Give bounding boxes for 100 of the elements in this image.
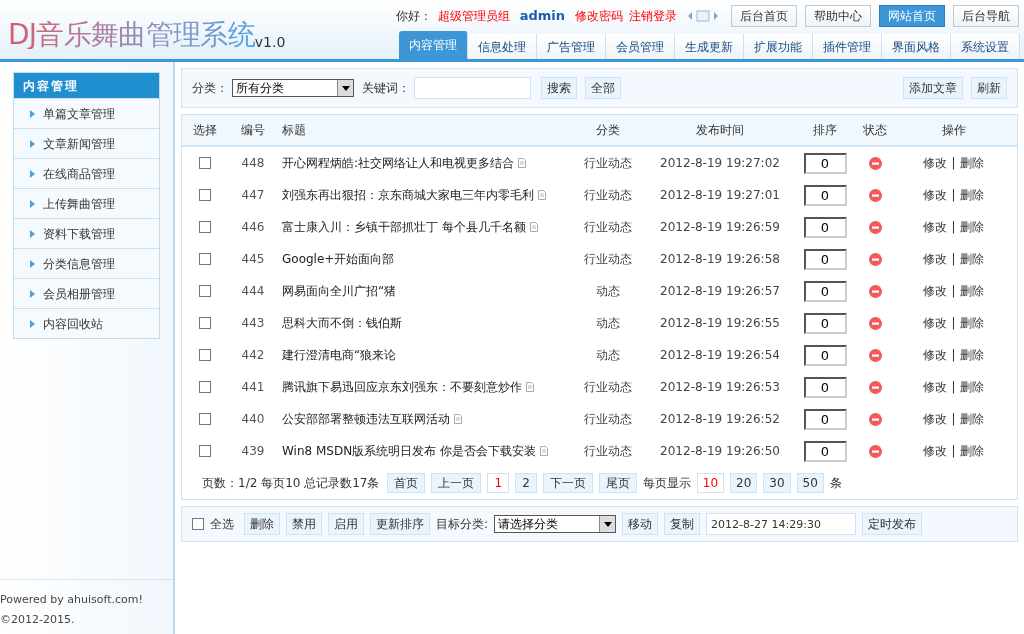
order-field[interactable]: 0 xyxy=(803,216,847,238)
row-action-link[interactable]: 修改 xyxy=(923,442,948,460)
checkbox[interactable] xyxy=(192,518,204,530)
action-button[interactable]: 定时发布 xyxy=(862,513,923,535)
order-field[interactable]: 0 xyxy=(803,184,847,206)
sidebar-item[interactable]: 上传舞曲管理 xyxy=(14,188,159,218)
article-title[interactable]: 富士康入川：乡镇干部抓壮丁 每个县几千名额 xyxy=(282,218,526,236)
nav-tab[interactable]: 生成更新 xyxy=(675,34,744,59)
action-button[interactable]: 更新排序 xyxy=(370,513,430,535)
sidebar-item[interactable]: 内容回收站 xyxy=(14,308,159,338)
nav-tab[interactable]: 扩展功能 xyxy=(744,34,813,59)
pager-button[interactable]: 上一页 xyxy=(431,473,482,493)
row-action-link[interactable]: 删除 xyxy=(959,218,984,236)
action-button[interactable]: 全部 xyxy=(585,77,621,99)
sidebar-item[interactable]: 单篇文章管理 xyxy=(14,98,159,128)
nav-tab[interactable]: 广告管理 xyxy=(537,34,606,59)
row-action-link[interactable]: 删除 xyxy=(959,186,984,204)
checkbox[interactable] xyxy=(199,317,211,329)
user-link[interactable]: 注销登录 xyxy=(629,6,677,25)
article-title[interactable]: Google+开始面向部 xyxy=(282,250,395,268)
article-title[interactable]: Win8 MSDN版系统明日发布 你是否会下载安装 xyxy=(282,442,536,460)
nav-tab[interactable]: 插件管理 xyxy=(813,34,882,59)
action-button[interactable]: 复制 xyxy=(664,513,701,535)
order-field[interactable]: 0 xyxy=(803,344,847,366)
pager-button[interactable]: 首页 xyxy=(387,473,426,493)
checkbox[interactable] xyxy=(199,157,211,169)
row-action-link[interactable]: 修改 xyxy=(923,314,948,332)
action-button[interactable]: 搜索 xyxy=(541,77,577,99)
row-action-link[interactable]: 修改 xyxy=(923,346,948,364)
action-button[interactable]: 启用 xyxy=(328,513,364,535)
action-button[interactable]: 添加文章 xyxy=(903,77,963,99)
page-size-button[interactable]: 30 xyxy=(763,473,791,493)
order-field[interactable]: 0 xyxy=(803,280,847,302)
checkbox[interactable] xyxy=(199,189,211,201)
article-title[interactable]: 公安部部署整顿违法互联网活动 xyxy=(282,410,450,428)
order-field[interactable]: 0 xyxy=(803,408,847,430)
sidebar-item[interactable]: 文章新闻管理 xyxy=(14,128,159,158)
article-title[interactable]: 思科大而不倒：钱伯斯 xyxy=(282,314,402,332)
article-title[interactable]: 网易面向全川广招“猪 xyxy=(282,282,397,300)
row-action-link[interactable]: 修改 xyxy=(923,186,948,204)
checkbox[interactable] xyxy=(199,253,211,265)
row-action-link[interactable]: 删除 xyxy=(959,154,984,172)
sidebar-item[interactable]: 会员相册管理 xyxy=(14,278,159,308)
nav-tab[interactable]: 界面风格 xyxy=(882,34,951,59)
row-action-link[interactable]: 修改 xyxy=(923,410,948,428)
action-button[interactable]: 刷新 xyxy=(971,77,1007,99)
page-size-button[interactable]: 50 xyxy=(796,473,824,493)
sidebar-item[interactable]: 资料下载管理 xyxy=(14,218,159,248)
top-nav-button[interactable]: 帮助中心 xyxy=(805,4,871,27)
nav-tab[interactable]: 会员管理 xyxy=(606,34,675,59)
row-action-link[interactable]: 删除 xyxy=(959,442,984,460)
sidebar-item[interactable]: 分类信息管理 xyxy=(14,248,159,278)
triangle-icon xyxy=(30,139,35,148)
top-nav-button[interactable]: 后台首页 xyxy=(731,4,797,27)
triangle-icon xyxy=(30,289,35,298)
checkbox[interactable] xyxy=(199,413,211,425)
nav-tab[interactable]: 信息处理 xyxy=(468,34,537,59)
action-button[interactable]: 删除 xyxy=(244,513,280,535)
category-select[interactable]: 所有分类 xyxy=(232,79,354,97)
row-action-link[interactable]: 修改 xyxy=(923,218,948,236)
checkbox[interactable] xyxy=(199,445,211,457)
top-nav-button[interactable]: 后台导航 xyxy=(953,4,1019,27)
page-size-button[interactable]: 20 xyxy=(730,473,758,493)
row-action-link[interactable]: 删除 xyxy=(959,346,984,364)
row-action-link[interactable]: 删除 xyxy=(959,314,984,332)
article-title[interactable]: 开心网程炳皓:社交网络让人和电视更多结合 xyxy=(282,154,515,172)
datetime-field[interactable]: 2012-8-27 14:29:30 xyxy=(706,513,857,535)
checkbox[interactable] xyxy=(199,381,211,393)
pager-button[interactable]: 2 xyxy=(515,473,537,493)
row-action-link[interactable]: 删除 xyxy=(959,250,984,268)
order-field[interactable]: 0 xyxy=(803,248,847,270)
pager-button[interactable]: 下一页 xyxy=(542,473,593,493)
scroll-arrows-icon[interactable] xyxy=(687,9,719,22)
checkbox[interactable] xyxy=(199,285,211,297)
row-action-link[interactable]: 删除 xyxy=(959,410,984,428)
page-size-button[interactable]: 10 xyxy=(696,473,725,493)
row-action-link[interactable]: 修改 xyxy=(923,250,948,268)
action-button[interactable]: 禁用 xyxy=(286,513,322,535)
article-title[interactable]: 腾讯旗下易迅回应京东刘强东：不要刻意炒作 xyxy=(282,378,522,396)
row-action-link[interactable]: 删除 xyxy=(959,282,984,300)
order-field[interactable]: 0 xyxy=(803,312,847,334)
order-field[interactable]: 0 xyxy=(803,440,847,462)
article-title[interactable]: 刘强东再出狠招：京东商城大家电三年内零毛利 xyxy=(282,186,534,204)
action-button[interactable]: 移动 xyxy=(622,513,659,535)
row-action-link[interactable]: 删除 xyxy=(959,378,984,396)
row-action-link[interactable]: 修改 xyxy=(923,378,948,396)
nav-tab[interactable]: 系统设置 xyxy=(951,34,1020,59)
sidebar-item[interactable]: 在线商品管理 xyxy=(14,158,159,188)
pager-button[interactable]: 1 xyxy=(487,473,510,493)
row-action-link[interactable]: 修改 xyxy=(923,282,948,300)
keyword-field[interactable] xyxy=(414,77,531,99)
checkbox[interactable] xyxy=(199,349,211,361)
row-action-link[interactable]: 修改 xyxy=(923,154,948,172)
checkbox[interactable] xyxy=(199,221,211,233)
pager-button[interactable]: 尾页 xyxy=(598,473,637,493)
article-title[interactable]: 建行澄清电商“狼来论 xyxy=(282,346,397,364)
order-field[interactable]: 0 xyxy=(803,152,847,174)
order-field[interactable]: 0 xyxy=(803,376,847,398)
category-select[interactable]: 请选择分类 xyxy=(494,515,617,533)
user-link[interactable]: 修改密码 xyxy=(575,6,623,25)
